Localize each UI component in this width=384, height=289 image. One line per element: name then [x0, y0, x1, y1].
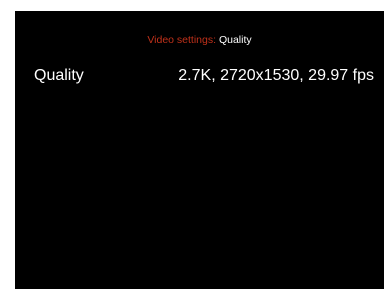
breadcrumb: Video settings: Quality	[15, 33, 384, 47]
camera-display: Video settings: Quality Quality 2.7K, 27…	[15, 11, 384, 289]
breadcrumb-current: Quality	[218, 34, 252, 46]
quality-setting-row[interactable]: Quality 2.7K, 2720x1530, 29.97 fps	[15, 62, 384, 90]
setting-value: 2.7K, 2720x1530, 29.97 fps	[178, 67, 374, 84]
breadcrumb-parent: Video settings:	[147, 34, 217, 46]
setting-label: Quality	[34, 67, 84, 84]
